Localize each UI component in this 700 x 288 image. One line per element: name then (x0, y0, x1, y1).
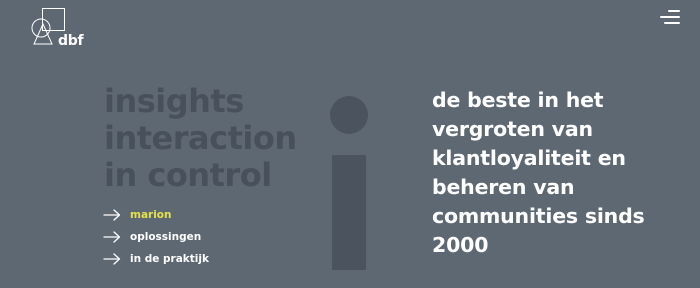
letter-i-dot (330, 96, 368, 134)
headline-line: klantloyaliteit en (432, 146, 626, 170)
arrow-right-icon (103, 209, 121, 221)
main-nav: marion oplossingen in de praktijk (103, 204, 209, 270)
headline-line: communities sinds (432, 204, 645, 228)
menu-button[interactable] (656, 10, 680, 24)
headline-line: beheren van (432, 175, 575, 199)
tagline-line: in control (104, 156, 272, 194)
arrow-right-icon (103, 253, 121, 265)
tagline: insights interaction in control (104, 83, 297, 194)
logo-text: dbf (58, 33, 84, 49)
headline-line: 2000 (432, 233, 489, 257)
nav-item-in-de-praktijk[interactable]: in de praktijk (103, 248, 209, 270)
tagline-line: insights (104, 82, 244, 120)
headline-line: vergroten van (432, 117, 593, 141)
arrow-right-icon (103, 231, 121, 243)
nav-item-marion[interactable]: marion (103, 204, 209, 226)
letter-i-stem (332, 155, 366, 270)
hero-headline: de beste in het vergroten van klantloyal… (432, 86, 645, 260)
nav-item-label: marion (130, 209, 172, 221)
nav-item-oplossingen[interactable]: oplossingen (103, 226, 209, 248)
nav-item-label: in de praktijk (130, 253, 209, 265)
headline-line: de beste in het (432, 88, 604, 112)
nav-item-label: oplossingen (130, 231, 202, 243)
dbf-logo[interactable]: dbf (31, 8, 91, 50)
tagline-line: interaction (104, 119, 297, 157)
